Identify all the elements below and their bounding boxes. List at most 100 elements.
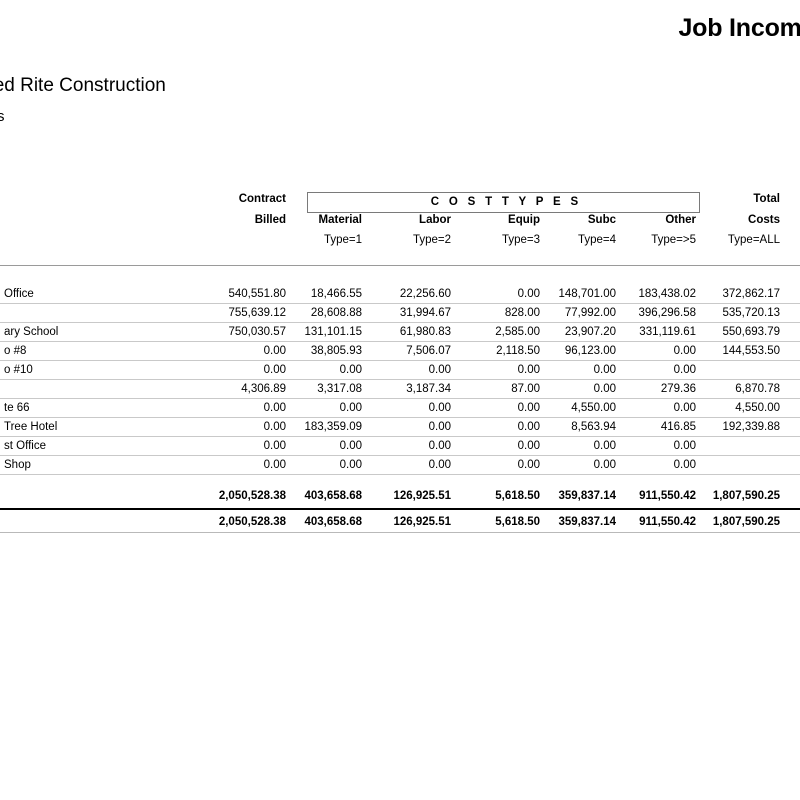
table-row-cell-material: 3,317.08 — [317, 383, 362, 395]
company-name: naged Rite Construction — [0, 75, 166, 96]
table-row-cell-material: 28,608.88 — [310, 307, 362, 319]
table-row[interactable]: 755,639.12 28,608.88 31,994.67 828.00 77,992… — [0, 304, 800, 323]
table-row-cell-subc: 96,123.00 — [564, 345, 616, 357]
table-row[interactable]: st Office 0.00 0.00 0.00 0.00 0.00 0.00 — [0, 437, 800, 456]
table-row[interactable]: Shop 0.00 0.00 0.00 0.00 0.00 0.00 — [0, 456, 800, 475]
table-row-cell-job: ary School — [4, 326, 59, 338]
subtotal-cell-labor: 126,925.51 — [393, 490, 451, 502]
table-row[interactable]: Tree Hotel 0.00 183,359.09 0.00 0.00 8,563.94… — [0, 418, 800, 437]
column-header-equip-l3: Type=3 — [501, 234, 540, 246]
table-row-cell-labor: 0.00 — [428, 421, 451, 433]
table-row[interactable]: ary School 750,030.57 131,101.15 61,980.83 2… — [0, 323, 800, 342]
column-header-labor-l3: Type=2 — [412, 234, 451, 246]
table-row-cell-other: 0.00 — [673, 402, 696, 414]
table-row-cell-other: 0.00 — [673, 440, 696, 452]
job-cost-table: Office 540,551.80 18,466.55 22,256.60 0.00 14… — [0, 285, 800, 533]
subtotal-cell-material: 403,658.68 — [304, 490, 362, 502]
table-row-cell-equip: 0.00 — [517, 288, 540, 300]
table-row-cell-equip: 2,585.00 — [495, 326, 540, 338]
column-header-material-l2: Material — [318, 214, 362, 226]
table-row-cell-labor: 0.00 — [428, 459, 451, 471]
table-row-cell-subc: 148,701.00 — [558, 288, 616, 300]
column-header-labor-l2: Labor — [419, 214, 451, 226]
table-row[interactable]: o #8 0.00 38,805.93 7,506.07 2,118.50 96,123.… — [0, 342, 800, 361]
table-spacer — [0, 475, 800, 486]
table-row-cell-material: 18,466.55 — [310, 288, 362, 300]
table-row-cell-job: Tree Hotel — [4, 421, 58, 433]
grand-total-row: 2,050,528.38 403,658.68 126,925.51 5,618.50… — [0, 510, 800, 532]
table-row-cell-total: 550,693.79 — [722, 326, 780, 338]
cost-types-group-label: C O S T T Y P E S — [430, 196, 582, 208]
table-row-cell-equip: 0.00 — [517, 364, 540, 376]
table-row-cell-subc: 0.00 — [593, 440, 616, 452]
table-row-cell-equip: 0.00 — [517, 402, 540, 414]
subtotal-cell-subc: 359,837.14 — [558, 490, 616, 502]
header-divider — [0, 265, 800, 266]
table-row-cell-subc: 4,550.00 — [571, 402, 616, 414]
table-row-cell-total: 144,553.50 — [722, 345, 780, 357]
table-row-cell-contract: 0.00 — [263, 459, 286, 471]
grand-total-cell-contract: 2,050,528.38 — [218, 516, 286, 528]
table-row-cell-equip: 87.00 — [511, 383, 540, 395]
grand-total-cell-other: 911,550.42 — [639, 516, 696, 528]
table-row-cell-equip: 0.00 — [517, 421, 540, 433]
table-row-cell-labor: 31,994.67 — [399, 307, 451, 319]
table-row-cell-labor: 7,506.07 — [406, 345, 451, 357]
table-row-cell-total: 372,862.17 — [722, 288, 780, 300]
column-header-subc-l2: Subc — [587, 214, 616, 226]
table-row-cell-contract: 750,030.57 — [228, 326, 286, 338]
table-row-cell-total: 535,720.13 — [722, 307, 780, 319]
table-row-cell-other: 183,438.02 — [638, 288, 696, 300]
grand-total-cell-labor: 126,925.51 — [393, 516, 451, 528]
table-row-cell-material: 0.00 — [339, 364, 362, 376]
table-row-cell-equip: 0.00 — [517, 440, 540, 452]
table-row[interactable]: o #10 0.00 0.00 0.00 0.00 0.00 0.00 — [0, 361, 800, 380]
table-row-cell-other: 279.36 — [660, 383, 696, 395]
table-row-cell-labor: 0.00 — [428, 364, 451, 376]
table-row[interactable]: Office 540,551.80 18,466.55 22,256.60 0.00 14… — [0, 285, 800, 304]
column-header-subc-l3: Type=4 — [577, 234, 616, 246]
table-row[interactable]: 4,306.89 3,317.08 3,187.34 87.00 0.00 279.36 6… — [0, 380, 800, 399]
table-row-cell-other: 0.00 — [673, 459, 696, 471]
report-page: Job Income & naged Rite Construction Sta… — [0, 0, 800, 800]
table-row-cell-contract: 0.00 — [263, 345, 286, 357]
column-header-material-l3: Type=1 — [323, 234, 362, 246]
table-row-cell-equip: 828.00 — [504, 307, 540, 319]
column-header-other-l3: Type=>5 — [651, 234, 696, 246]
table-row-cell-job: te 66 — [4, 402, 30, 414]
subtotal-cell-other: 911,550.42 — [639, 490, 696, 502]
table-row[interactable]: te 66 0.00 0.00 0.00 0.00 4,550.00 0.00 4,550.0… — [0, 399, 800, 418]
table-row-cell-equip: 0.00 — [517, 459, 540, 471]
table-row-cell-subc: 23,907.20 — [564, 326, 616, 338]
table-row-cell-contract: 0.00 — [263, 440, 286, 452]
subtotal-row: 2,050,528.38 403,658.68 126,925.51 5,618.50… — [0, 486, 800, 508]
table-row-cell-labor: 0.00 — [428, 440, 451, 452]
table-row-cell-subc: 8,563.94 — [571, 421, 616, 433]
table-row-cell-material: 131,101.15 — [304, 326, 362, 338]
table-row-cell-labor: 61,980.83 — [399, 326, 451, 338]
page-title: Job Income & — [678, 14, 800, 42]
table-row-cell-other: 0.00 — [673, 345, 696, 357]
grand-total-cell-subc: 359,837.14 — [558, 516, 616, 528]
column-header-contract-l1: Contract — [238, 193, 286, 205]
table-row-cell-contract: 4,306.89 — [241, 383, 286, 395]
table-row-cell-job: Shop — [4, 459, 31, 471]
table-row-cell-material: 0.00 — [339, 440, 362, 452]
table-row-cell-other: 331,119.61 — [639, 326, 696, 338]
subtotal-cell-total: 1,807,590.25 — [712, 490, 780, 502]
table-row-cell-subc: 0.00 — [593, 383, 616, 395]
column-header-total-l3: Type=ALL — [727, 234, 780, 246]
table-row-cell-contract: 0.00 — [263, 421, 286, 433]
table-row-cell-job: st Office — [4, 440, 46, 452]
report-subtitle: Status — [0, 108, 5, 125]
table-row-cell-material: 183,359.09 — [304, 421, 362, 433]
table-row-cell-total: 4,550.00 — [735, 402, 780, 414]
grand-total-cell-material: 403,658.68 — [304, 516, 362, 528]
table-row-cell-job: o #8 — [4, 345, 27, 357]
table-row-cell-total: 192,339.88 — [722, 421, 780, 433]
subtotal-cell-contract: 2,050,528.38 — [218, 490, 286, 502]
table-row-cell-labor: 0.00 — [428, 402, 451, 414]
table-row-cell-job: o #10 — [4, 364, 33, 376]
table-row-cell-material: 38,805.93 — [310, 345, 362, 357]
column-header-other-l2: Other — [665, 214, 696, 226]
